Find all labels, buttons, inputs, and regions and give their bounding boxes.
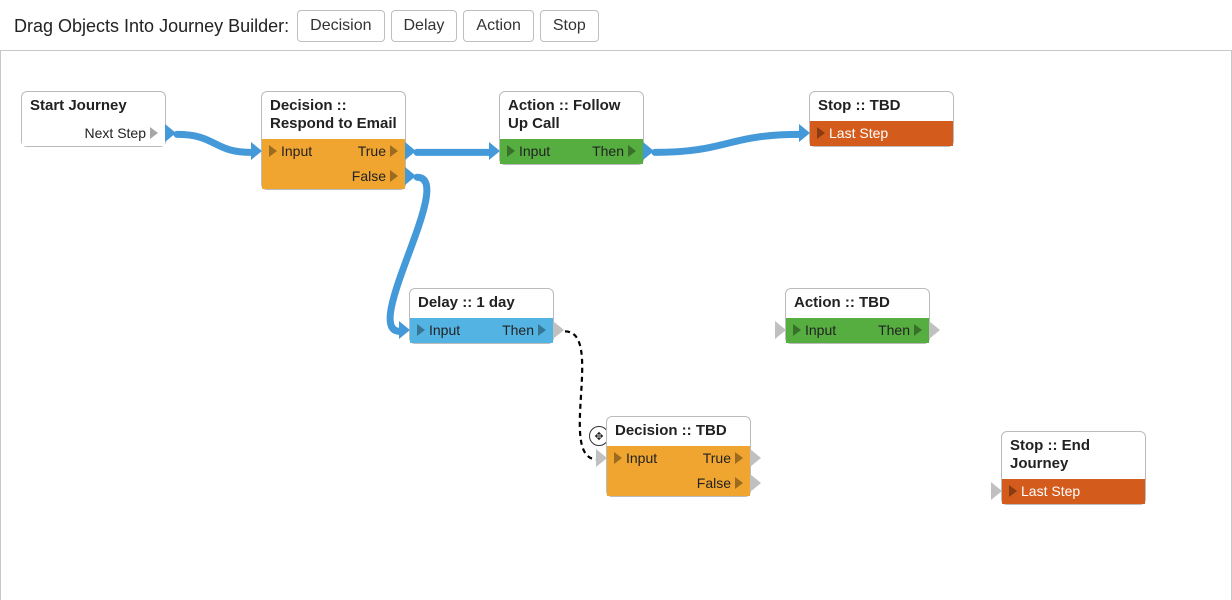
start-node-title: Start Journey (22, 92, 165, 121)
input-port-label: Last Step (829, 125, 888, 142)
port-row: Next Step (22, 121, 165, 146)
port-row: Input Then (786, 318, 929, 343)
node-decision[interactable]: Decision :: Respond to EmailInput TrueFal… (261, 91, 406, 190)
toolbar: Drag Objects Into Journey Builder: Decis… (0, 0, 1232, 50)
stop-node-title: Stop :: TBD (810, 92, 953, 121)
input-port-label: Input (626, 450, 657, 467)
palette-stop-button[interactable]: Stop (540, 10, 599, 42)
output-socket-icon[interactable] (553, 321, 564, 339)
output-port-label: False (352, 168, 386, 185)
input-port[interactable]: Input (507, 143, 550, 160)
action-node-title: Action :: TBD (786, 289, 929, 318)
toolbar-label: Drag Objects Into Journey Builder: (14, 16, 289, 37)
output-port[interactable]: False (697, 475, 743, 492)
chevron-right-icon (1009, 485, 1017, 497)
chevron-right-icon (390, 170, 398, 182)
node-action[interactable]: Action :: TBDInput Then (785, 288, 930, 344)
port-row: Input Then (500, 139, 643, 164)
palette-decision-button[interactable]: Decision (297, 10, 384, 42)
input-socket-icon[interactable] (596, 449, 607, 467)
output-port[interactable]: Next Step (85, 125, 158, 142)
port-row: False (262, 164, 405, 189)
output-port-label: Then (502, 322, 534, 339)
input-port-label: Input (281, 143, 312, 160)
node-delay[interactable]: Delay :: 1 dayInput Then (409, 288, 554, 344)
connection[interactable] (177, 134, 252, 152)
output-socket-icon[interactable] (405, 142, 416, 160)
output-port-label: Then (592, 143, 624, 160)
output-port-label: True (358, 143, 386, 160)
chevron-right-icon (793, 324, 801, 336)
port-row: Input True (262, 139, 405, 164)
input-port[interactable]: Input (793, 322, 836, 339)
chevron-right-icon (390, 145, 398, 157)
input-port[interactable]: Input (614, 450, 657, 467)
chevron-right-icon (269, 145, 277, 157)
output-port[interactable]: True (358, 143, 398, 160)
decision-node-title: Decision :: TBD (607, 417, 750, 446)
output-port-label: Next Step (85, 125, 146, 142)
port-row: Input True (607, 446, 750, 471)
input-port[interactable]: Input (417, 322, 460, 339)
output-port[interactable]: Then (502, 322, 546, 339)
output-port[interactable]: Then (592, 143, 636, 160)
node-stop[interactable]: Stop :: TBDLast Step (809, 91, 954, 147)
output-socket-icon[interactable] (643, 142, 654, 160)
input-socket-icon[interactable] (251, 142, 262, 160)
chevron-right-icon (538, 324, 546, 336)
action-node-title: Action :: Follow Up Call (500, 92, 643, 139)
chevron-right-icon (817, 127, 825, 139)
node-stop[interactable]: Stop :: End JourneyLast Step (1001, 431, 1146, 505)
input-port-label: Last Step (1021, 483, 1080, 500)
palette-action-button[interactable]: Action (463, 10, 533, 42)
output-port-label: True (703, 450, 731, 467)
output-socket-icon[interactable] (750, 449, 761, 467)
input-port[interactable]: Last Step (817, 125, 888, 142)
delay-node-title: Delay :: 1 day (410, 289, 553, 318)
journey-canvas[interactable]: Start JourneyNext Step Decision :: Respon… (0, 50, 1232, 600)
input-port[interactable]: Input (269, 143, 312, 160)
input-socket-icon[interactable] (489, 142, 500, 160)
output-port[interactable]: False (352, 168, 398, 185)
stop-node-title: Stop :: End Journey (1002, 432, 1145, 479)
chevron-right-icon (150, 127, 158, 139)
output-port[interactable]: Then (878, 322, 922, 339)
port-row: Last Step (1002, 479, 1145, 504)
input-socket-icon[interactable] (399, 321, 410, 339)
output-socket-icon[interactable] (750, 474, 761, 492)
node-start[interactable]: Start Journey Next Step (21, 91, 166, 147)
input-socket-icon[interactable] (799, 124, 810, 142)
chevron-right-icon (914, 324, 922, 336)
connection[interactable] (655, 134, 800, 152)
connection[interactable] (565, 331, 597, 459)
input-port-label: Input (429, 322, 460, 339)
output-socket-icon[interactable] (405, 167, 416, 185)
input-port-label: Input (519, 143, 550, 160)
output-port-label: Then (878, 322, 910, 339)
port-row: Input Then (410, 318, 553, 343)
port-row: False (607, 471, 750, 496)
output-socket-icon[interactable] (165, 124, 176, 142)
node-decision[interactable]: Decision :: TBDInput TrueFalse (606, 416, 751, 497)
chevron-right-icon (417, 324, 425, 336)
chevron-right-icon (507, 145, 515, 157)
input-socket-icon[interactable] (775, 321, 786, 339)
output-port[interactable]: True (703, 450, 743, 467)
chevron-right-icon (735, 477, 743, 489)
port-row: Last Step (810, 121, 953, 146)
input-socket-icon[interactable] (991, 482, 1002, 500)
node-action[interactable]: Action :: Follow Up CallInput Then (499, 91, 644, 165)
chevron-right-icon (628, 145, 636, 157)
output-port-label: False (697, 475, 731, 492)
palette-delay-button[interactable]: Delay (391, 10, 458, 42)
input-port-label: Input (805, 322, 836, 339)
input-port[interactable]: Last Step (1009, 483, 1080, 500)
output-socket-icon[interactable] (929, 321, 940, 339)
decision-node-title: Decision :: Respond to Email (262, 92, 405, 139)
chevron-right-icon (735, 452, 743, 464)
chevron-right-icon (614, 452, 622, 464)
